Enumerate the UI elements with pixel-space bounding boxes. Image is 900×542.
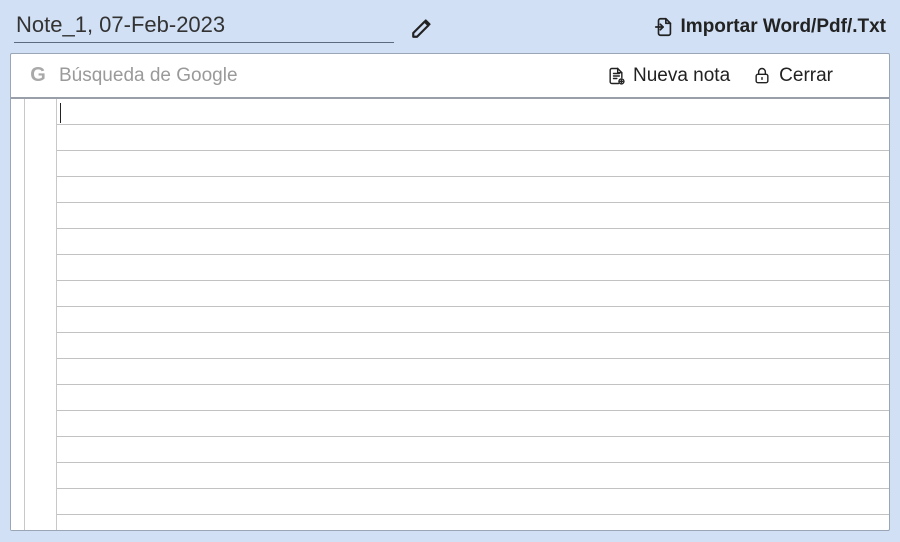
note-toolbar: G Nueva nota bbox=[11, 54, 889, 99]
margin-line-inner bbox=[25, 99, 57, 530]
note-text-editor[interactable] bbox=[57, 99, 889, 530]
note-panel: G Nueva nota bbox=[10, 53, 890, 531]
toolbar-actions: Nueva nota Cerrar bbox=[606, 65, 833, 87]
note-title-input[interactable] bbox=[14, 10, 394, 43]
close-label: Cerrar bbox=[779, 65, 833, 87]
editor-area bbox=[11, 99, 889, 530]
header-bar: Importar Word/Pdf/.Txt bbox=[0, 0, 900, 51]
new-note-label: Nueva nota bbox=[633, 65, 730, 87]
google-search-input[interactable] bbox=[59, 65, 596, 87]
import-file-icon bbox=[653, 16, 675, 38]
new-note-button[interactable]: Nueva nota bbox=[606, 65, 730, 87]
import-button[interactable]: Importar Word/Pdf/.Txt bbox=[653, 16, 886, 38]
pencil-icon[interactable] bbox=[410, 14, 436, 40]
search-wrap: G bbox=[27, 64, 596, 87]
close-button[interactable]: Cerrar bbox=[752, 65, 833, 87]
margin-line-outer bbox=[11, 99, 25, 530]
new-note-icon bbox=[606, 65, 626, 87]
lock-icon bbox=[752, 65, 772, 87]
google-g-icon: G bbox=[27, 64, 49, 87]
import-label: Importar Word/Pdf/.Txt bbox=[681, 16, 886, 38]
